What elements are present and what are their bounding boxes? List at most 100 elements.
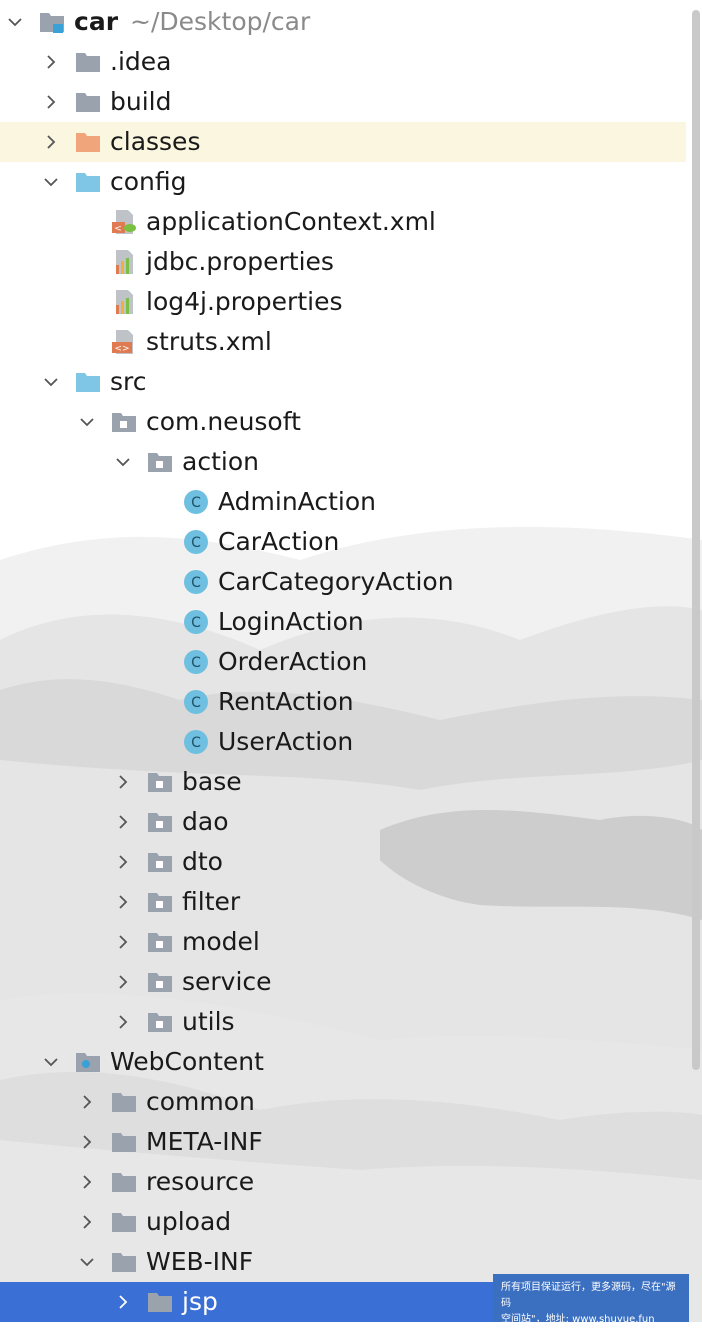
tree-row-label: common — [146, 1087, 255, 1116]
chevron-right-icon[interactable] — [110, 762, 136, 802]
tree-row-src[interactable]: src — [0, 362, 686, 402]
tree-row-LoginAction[interactable]: C LoginAction — [0, 602, 686, 642]
chevron-down-icon[interactable] — [2, 2, 28, 42]
chevron-down-icon[interactable] — [38, 162, 64, 202]
tree-row-jdbc[interactable]: jdbc.properties — [0, 242, 686, 282]
package-icon — [110, 408, 138, 436]
folder-gray-icon — [110, 1168, 138, 1196]
tree-row-label: model — [182, 927, 260, 956]
tree-row-resource[interactable]: resource — [0, 1162, 686, 1202]
package-icon — [146, 768, 174, 796]
class-icon: C — [182, 648, 210, 676]
spring-xml-file-icon: < — [110, 208, 138, 236]
chevron-right-icon[interactable] — [74, 1082, 100, 1122]
class-icon: C — [182, 608, 210, 636]
tree-row-label: dao — [182, 807, 229, 836]
folder-gray-icon — [110, 1248, 138, 1276]
tree-row-base[interactable]: base — [0, 762, 686, 802]
tree-row-label: AdminAction — [218, 487, 376, 516]
tree-row-RentAction[interactable]: C RentAction — [0, 682, 686, 722]
tree-row-label: META-INF — [146, 1127, 263, 1156]
tree-row-config[interactable]: config — [0, 162, 686, 202]
tree-row-utils[interactable]: utils — [0, 1002, 686, 1042]
tree-row-OrderAction[interactable]: C OrderAction — [0, 642, 686, 682]
tree-row-label: base — [182, 767, 242, 796]
tree-row-label: classes — [110, 127, 201, 156]
watermark-banner: 所有项目保证运行，更多源码，尽在"源码 空间站"，地址: www.shuyue.… — [493, 1274, 689, 1325]
tree-row-label: dto — [182, 847, 223, 876]
tree-row-label: build — [110, 87, 172, 116]
chevron-right-icon[interactable] — [110, 802, 136, 842]
tree-row-CarCategoryAction[interactable]: C CarCategoryAction — [0, 562, 686, 602]
svg-text:C: C — [191, 575, 201, 591]
chevron-right-icon[interactable] — [110, 882, 136, 922]
folder-gray-icon — [110, 1128, 138, 1156]
tree-row-upload[interactable]: upload — [0, 1202, 686, 1242]
tree-row-action[interactable]: action — [0, 442, 686, 482]
tree-row-label: CarCategoryAction — [218, 567, 454, 596]
tree-row-model[interactable]: model — [0, 922, 686, 962]
chevron-right-icon[interactable] — [110, 922, 136, 962]
chevron-down-icon[interactable] — [74, 402, 100, 442]
tree-row-AdminAction[interactable]: C AdminAction — [0, 482, 686, 522]
chevron-right-icon[interactable] — [74, 1202, 100, 1242]
properties-file-icon — [110, 288, 138, 316]
svg-text:<>: <> — [114, 344, 129, 354]
chevron-right-icon[interactable] — [110, 1002, 136, 1042]
vertical-scrollbar[interactable] — [692, 10, 700, 1070]
tree-row-label: resource — [146, 1167, 255, 1196]
project-name: car — [74, 7, 119, 36]
watermark-line-2: 空间站"，地址: www.shuyue.fun — [501, 1314, 655, 1325]
tree-row-com-neusoft[interactable]: com.neusoft — [0, 402, 686, 442]
chevron-right-icon[interactable] — [38, 42, 64, 82]
folder-gray-icon — [110, 1208, 138, 1236]
chevron-right-icon[interactable] — [74, 1122, 100, 1162]
tree-row-label: service — [182, 967, 272, 996]
tree-row-label: action — [182, 447, 259, 476]
svg-text:C: C — [191, 615, 201, 631]
chevron-down-icon[interactable] — [38, 362, 64, 402]
tree-row-META-INF[interactable]: META-INF — [0, 1122, 686, 1162]
tree-row-label: jdbc.properties — [146, 247, 334, 276]
tree-row-filter[interactable]: filter — [0, 882, 686, 922]
package-icon — [146, 848, 174, 876]
tree-row-label: OrderAction — [218, 647, 368, 676]
svg-text:C: C — [191, 695, 201, 711]
chevron-right-icon[interactable] — [110, 842, 136, 882]
tree-row-applicationContext[interactable]: < applicationContext.xml — [0, 202, 686, 242]
properties-file-icon — [110, 248, 138, 276]
tree-row-label: .idea — [110, 47, 172, 76]
tree-row-CarAction[interactable]: C CarAction — [0, 522, 686, 562]
tree-row-project-root[interactable]: car ~/Desktop/car — [0, 2, 686, 42]
tree-row-dao[interactable]: dao — [0, 802, 686, 842]
project-tree: car ~/Desktop/car .idea build classes confi… — [0, 2, 686, 1322]
xml-file-icon: <> — [110, 328, 138, 356]
tree-row-label: log4j.properties — [146, 287, 343, 316]
tree-row-WebContent[interactable]: WebContent — [0, 1042, 686, 1082]
tree-row-idea[interactable]: .idea — [0, 42, 686, 82]
chevron-right-icon[interactable] — [110, 962, 136, 1002]
chevron-right-icon[interactable] — [74, 1162, 100, 1202]
folder-gray-icon — [74, 48, 102, 76]
tree-row-service[interactable]: service — [0, 962, 686, 1002]
tree-row-label: utils — [182, 1007, 235, 1036]
tree-row-dto[interactable]: dto — [0, 842, 686, 882]
chevron-right-icon[interactable] — [38, 122, 64, 162]
tree-row-UserAction[interactable]: C UserAction — [0, 722, 686, 762]
tree-row-log4j[interactable]: log4j.properties — [0, 282, 686, 322]
tree-row-label: config — [110, 167, 187, 196]
svg-text:<: < — [114, 224, 122, 234]
project-path: ~/Desktop/car — [130, 7, 311, 36]
chevron-down-icon[interactable] — [110, 442, 136, 482]
tree-row-common[interactable]: common — [0, 1082, 686, 1122]
watermark-line-1: 所有项目保证运行，更多源码，尽在"源码 — [501, 1282, 676, 1309]
tree-row-classes[interactable]: classes — [0, 122, 686, 162]
chevron-right-icon[interactable] — [110, 1282, 136, 1322]
tree-row-build[interactable]: build — [0, 82, 686, 122]
chevron-down-icon[interactable] — [38, 1042, 64, 1082]
module-folder-icon — [38, 8, 66, 36]
chevron-right-icon[interactable] — [38, 82, 64, 122]
folder-orange-icon — [74, 128, 102, 156]
chevron-down-icon[interactable] — [74, 1242, 100, 1282]
tree-row-struts[interactable]: <> struts.xml — [0, 322, 686, 362]
